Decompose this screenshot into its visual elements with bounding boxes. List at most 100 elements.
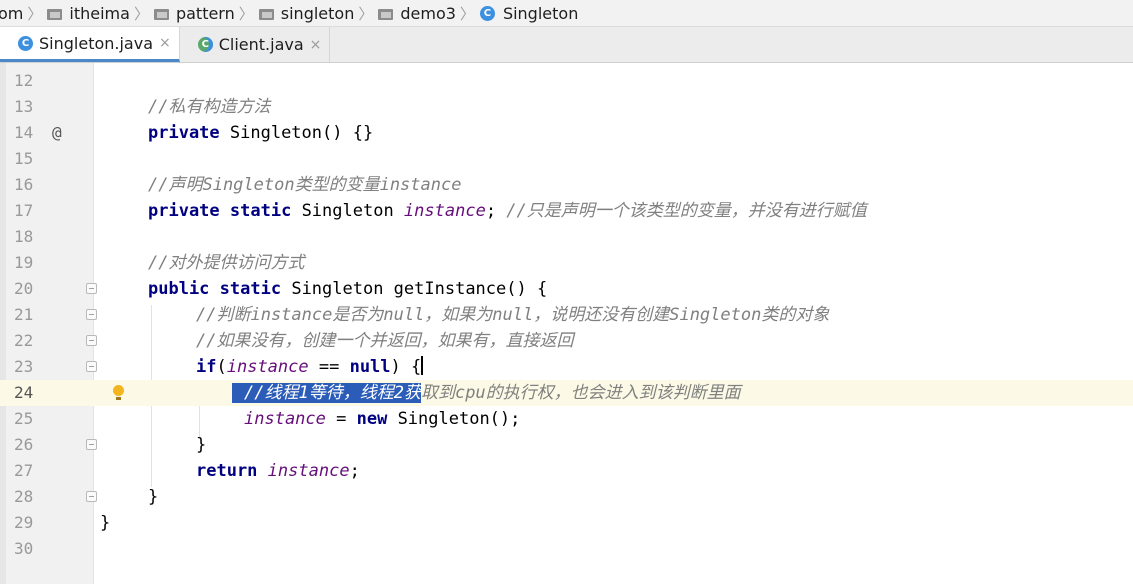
code-text: Singleton() {}	[219, 123, 374, 143]
code-keyword: new	[356, 409, 388, 429]
breadcrumb-label: Singleton	[502, 3, 579, 23]
fold-toggle-icon[interactable]	[86, 491, 97, 502]
close-icon[interactable]: ×	[310, 37, 322, 53]
fold-toggle-icon[interactable]	[86, 309, 97, 320]
line-number: 26	[14, 435, 34, 454]
code-comment: //判断instance是否为null，如果为null，说明还没有创建Singl…	[196, 305, 830, 325]
breadcrumb-separator: 〉	[459, 4, 475, 23]
breadcrumb-item-class-singleton[interactable]: C Singleton	[479, 3, 579, 23]
code-keyword: return	[196, 461, 258, 481]
line-number: 18	[14, 227, 34, 246]
tab-singleton-java[interactable]: C Singleton.java ×	[0, 27, 180, 62]
code-line: 20 public static Singleton getInstance()…	[0, 276, 1133, 302]
code-line: 17 private static Singleton instance; //…	[0, 198, 1133, 224]
code-keyword: null	[349, 357, 391, 377]
line-number: 12	[14, 71, 34, 90]
fold-toggle-icon[interactable]	[86, 283, 97, 294]
code-text: (	[216, 357, 227, 377]
text-caret	[421, 356, 424, 375]
tab-client-java[interactable]: C Client.java ×	[180, 27, 331, 62]
selected-text: //线程1等待，线程2获	[232, 383, 421, 403]
code-line: 12	[0, 68, 1133, 94]
code-line: 28 }	[0, 484, 1133, 510]
editor-tab-bar: C Singleton.java × C Client.java ×	[0, 27, 1133, 63]
fold-toggle-icon[interactable]	[86, 361, 97, 372]
breadcrumb-label: pattern	[175, 3, 235, 23]
fold-toggle-icon[interactable]	[86, 439, 97, 450]
breadcrumb: om 〉 itheima 〉 pattern 〉 singleton 〉 dem…	[0, 0, 1133, 27]
folder-icon	[378, 8, 394, 20]
code-line: 15	[0, 146, 1133, 172]
breadcrumb-item-root[interactable]: om 〉	[0, 3, 47, 24]
code-line: 13 //私有构造方法	[0, 94, 1133, 120]
code-keyword: private	[148, 123, 220, 143]
code-keyword: static	[229, 201, 292, 221]
close-icon[interactable]: ×	[159, 35, 171, 51]
line-number: 15	[14, 149, 34, 168]
code-line: 30	[0, 536, 1133, 562]
line-number: 28	[14, 487, 34, 506]
line-number: 16	[14, 175, 34, 194]
code-comment: //私有构造方法	[148, 97, 271, 117]
code-text: ;	[485, 201, 507, 221]
code-keyword: public	[148, 279, 210, 299]
code-field: instance	[267, 461, 350, 481]
code-line: 21 //判断instance是否为null，如果为null，说明还没有创建Si…	[0, 302, 1133, 328]
breadcrumb-item-pattern[interactable]: pattern 〉	[153, 3, 259, 24]
breadcrumb-separator: 〉	[238, 4, 254, 23]
code-keyword: if	[196, 357, 217, 377]
code-field: instance	[226, 357, 309, 377]
breadcrumb-item-itheima[interactable]: itheima 〉	[47, 3, 154, 24]
code-line: 25 instance = new Singleton();	[0, 406, 1133, 432]
line-number: 19	[14, 253, 34, 272]
code-text: ==	[308, 357, 350, 377]
class-icon: C	[18, 35, 33, 51]
tab-label: Client.java	[218, 35, 304, 54]
code-text: =	[325, 409, 357, 429]
fold-toggle-icon[interactable]	[86, 335, 97, 346]
code-text: ) {	[390, 357, 422, 377]
code-text: Singleton getInstance() {	[281, 279, 548, 299]
code-text: }	[196, 435, 207, 455]
code-comment: //声明Singleton类型的变量instance	[148, 175, 462, 195]
runnable-class-icon: C	[197, 37, 213, 52]
line-number: 27	[14, 461, 34, 480]
folder-icon	[47, 8, 63, 20]
breadcrumb-label: om	[0, 3, 24, 23]
line-number: 21	[14, 305, 34, 324]
code-comment: //如果没有，创建一个并返回，如果有，直接返回	[196, 331, 574, 351]
breadcrumb-item-singleton[interactable]: singleton 〉	[258, 3, 379, 24]
breadcrumb-separator: 〉	[133, 4, 149, 23]
code-editor[interactable]: 12 13 //私有构造方法 14 @ private Singleton() …	[0, 63, 1133, 584]
line-number: 22	[14, 331, 34, 350]
code-field: instance	[244, 409, 326, 429]
code-text: Singleton	[291, 201, 404, 221]
line-number: 20	[14, 279, 34, 298]
line-number: 14	[14, 123, 34, 142]
code-line-current: 24 //线程1等待，线程2获取到cpu的执行权，也会进入到该判断里面	[0, 380, 1133, 406]
code-comment: //对外提供访问方式	[148, 253, 305, 273]
breadcrumb-item-demo3[interactable]: demo3 〉	[378, 3, 480, 24]
code-line: 23 if(instance == null) {	[0, 354, 1133, 380]
code-keyword: private	[148, 201, 220, 221]
folder-icon	[258, 8, 274, 20]
code-line: 18	[0, 224, 1133, 250]
code-comment: 取到cpu的执行权，也会进入到该判断里面	[420, 383, 741, 403]
line-number: 23	[14, 357, 34, 376]
code-line: 29 }	[0, 510, 1133, 536]
code-line: 14 @ private Singleton() {}	[0, 120, 1133, 146]
lightbulb-icon[interactable]	[113, 385, 124, 400]
line-number: 17	[14, 201, 34, 220]
code-text: }	[100, 513, 111, 533]
code-line: 16 //声明Singleton类型的变量instance	[0, 172, 1133, 198]
code-line: 26 }	[0, 432, 1133, 458]
override-icon[interactable]: @	[52, 120, 62, 146]
code-keyword: static	[219, 279, 282, 299]
code-line: 27 return instance;	[0, 458, 1133, 484]
line-number: 13	[14, 97, 34, 116]
line-number: 24	[14, 383, 34, 402]
breadcrumb-label: singleton	[280, 3, 355, 23]
line-number: 29	[14, 513, 34, 532]
tab-label: Singleton.java	[39, 33, 153, 53]
code-field: instance	[403, 201, 486, 221]
